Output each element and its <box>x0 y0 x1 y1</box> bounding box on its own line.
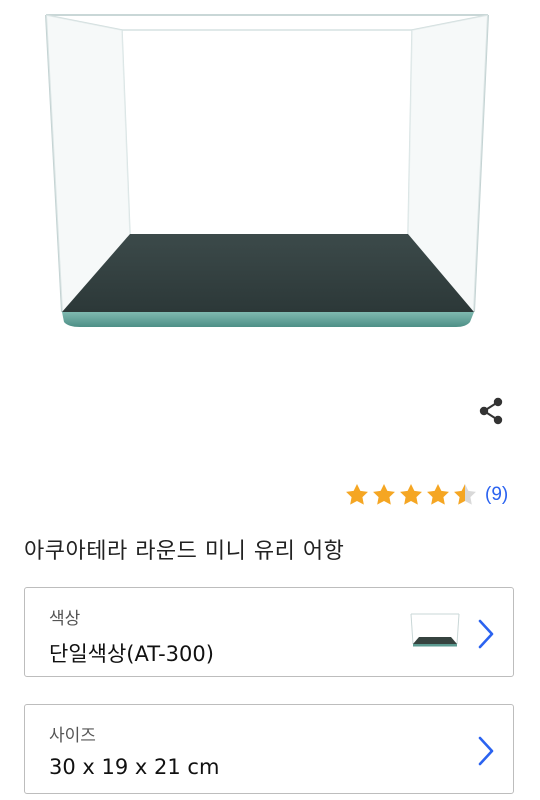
chevron-right-icon <box>478 736 494 766</box>
share-icon <box>479 397 503 425</box>
option-label: 색상 <box>49 609 81 629</box>
share-button[interactable] <box>474 394 508 428</box>
chevron-right-icon <box>478 619 494 649</box>
product-rating[interactable]: (9) <box>344 481 508 509</box>
option-size-selector[interactable]: 사이즈 30 x 19 x 21 cm <box>24 704 514 794</box>
option-value: 단일색상(AT-300) <box>49 642 214 666</box>
option-color-selector[interactable]: 색상 단일색상(AT-300) <box>24 587 514 677</box>
star-half-icon <box>454 483 476 505</box>
product-title: 아쿠아테라 라운드 미니 유리 어항 <box>24 539 345 564</box>
review-count-link[interactable]: (9) <box>485 484 508 506</box>
option-label: 사이즈 <box>49 726 96 746</box>
star-icon <box>346 483 368 505</box>
product-image <box>45 14 489 327</box>
star-icon <box>400 483 422 505</box>
option-value: 30 x 19 x 21 cm <box>49 755 220 779</box>
star-icon <box>427 483 449 505</box>
option-thumbnail <box>410 613 460 647</box>
rating-stars <box>344 482 479 508</box>
star-icon <box>373 483 395 505</box>
